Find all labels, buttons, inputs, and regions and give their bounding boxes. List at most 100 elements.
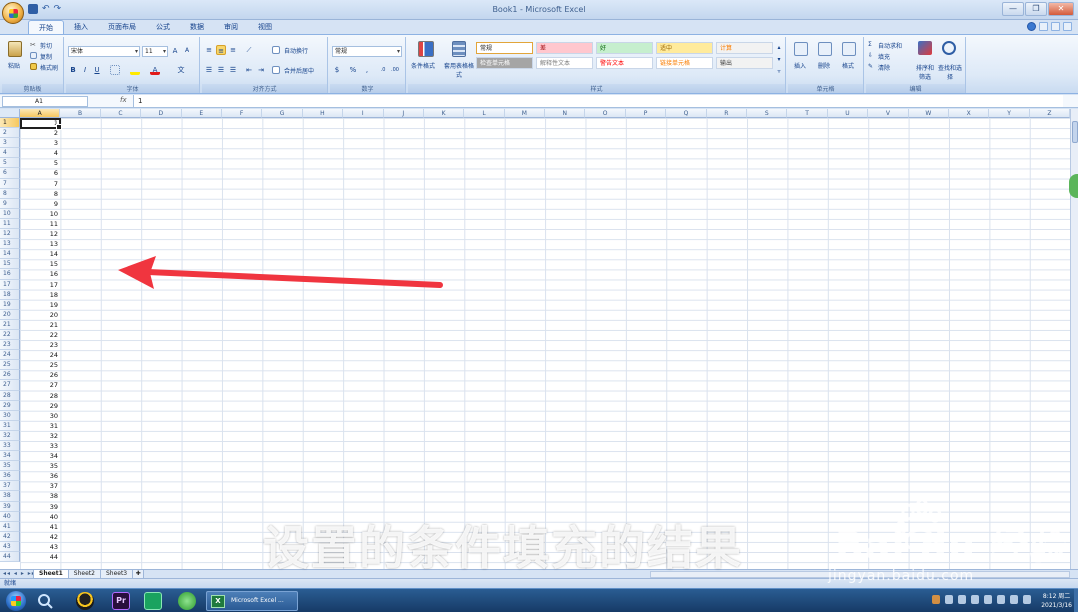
tab-home[interactable]: 开始 [28, 20, 64, 34]
tray-up-arrow-icon[interactable] [971, 595, 979, 604]
row-header[interactable]: 31 [0, 420, 20, 431]
row-header[interactable]: 3 [0, 138, 20, 149]
format-cells-button[interactable]: 格式 [842, 61, 854, 70]
tray-user-icon[interactable] [945, 595, 953, 604]
column-header[interactable]: M [504, 109, 546, 118]
column-header[interactable]: H [302, 109, 344, 118]
row-header[interactable]: 23 [0, 340, 20, 351]
cell-value[interactable]: 26 [20, 370, 60, 380]
taskbar-clock[interactable]: 8:12 周二 2021/3/16 [1041, 592, 1072, 610]
cell-value[interactable]: 9 [20, 199, 60, 209]
insert-function-icon[interactable]: fx [120, 96, 127, 104]
row-header[interactable]: 6 [0, 168, 20, 179]
cell-value[interactable]: 13 [20, 239, 60, 249]
cell-value[interactable]: 40 [20, 512, 60, 522]
taskbar-excel-button[interactable]: X Microsoft Excel ... [206, 591, 298, 611]
row-header[interactable]: 18 [0, 289, 20, 300]
font-name-select[interactable]: 宋体 [68, 46, 140, 57]
workbook-minimize-button[interactable] [1039, 22, 1048, 31]
side-floating-tab[interactable] [1069, 174, 1078, 198]
row-header[interactable]: 21 [0, 319, 20, 330]
row-header[interactable]: 42 [0, 531, 20, 542]
paste-label[interactable]: 粘贴 [8, 61, 20, 70]
tab-view[interactable]: 视图 [248, 20, 282, 34]
format-painter-button[interactable]: 格式刷 [40, 63, 58, 72]
row-header[interactable]: 37 [0, 481, 20, 492]
help-icon[interactable] [1027, 22, 1036, 31]
row-header[interactable]: 10 [0, 208, 20, 219]
workbook-close-button[interactable] [1063, 22, 1072, 31]
column-header[interactable]: Z [1029, 109, 1071, 118]
cell-value[interactable]: 18 [20, 290, 60, 300]
cell-value[interactable]: 5 [20, 158, 60, 168]
row-header[interactable]: 36 [0, 471, 20, 482]
cell-style-item[interactable]: 解释性文本 [536, 57, 593, 69]
fill-button[interactable]: 填充 [878, 52, 890, 61]
vertical-scroll-thumb[interactable] [1072, 121, 1078, 143]
sort-filter-button[interactable]: 排序和筛选 [914, 63, 936, 81]
conditional-formatting-button[interactable]: 条件格式 [411, 61, 435, 70]
row-header[interactable]: 13 [0, 239, 20, 250]
cell-value[interactable]: 31 [20, 421, 60, 431]
orientation-icon[interactable]: ⟋ [244, 45, 254, 55]
wrap-text-button[interactable]: 自动换行 [284, 46, 308, 55]
align-right-icon[interactable]: ☰ [228, 65, 238, 75]
cell-style-item[interactable]: 警告文本 [596, 57, 653, 69]
find-select-button[interactable]: 查找和选择 [938, 63, 962, 81]
row-header[interactable]: 38 [0, 491, 20, 502]
cell-style-item[interactable]: 适中 [656, 42, 713, 54]
column-header[interactable]: W [908, 109, 949, 118]
cell-style-item[interactable]: 好 [596, 42, 653, 54]
row-header[interactable]: 30 [0, 410, 20, 421]
paste-icon[interactable] [8, 41, 22, 57]
cell-value[interactable]: 41 [20, 522, 60, 532]
row-header[interactable]: 33 [0, 441, 20, 452]
column-header[interactable]: D [141, 109, 182, 118]
column-header[interactable]: S [747, 109, 788, 118]
grow-font-icon[interactable]: A [170, 46, 180, 56]
row-header[interactable]: 41 [0, 521, 20, 532]
maximize-button[interactable]: ❐ [1025, 2, 1047, 16]
row-header[interactable]: 2 [0, 128, 20, 139]
row-header[interactable]: 8 [0, 188, 20, 199]
cell-style-item[interactable]: 输出 [716, 57, 773, 69]
insert-cells-button[interactable]: 插入 [794, 61, 806, 70]
row-header[interactable]: 43 [0, 541, 20, 553]
cell-value[interactable]: 37 [20, 481, 60, 491]
column-header[interactable]: B [60, 109, 101, 118]
format-as-table-button[interactable]: 套用表格格式 [442, 61, 476, 79]
column-header[interactable]: T [787, 109, 828, 118]
column-header[interactable]: K [423, 109, 465, 118]
tray-language-icon[interactable] [1010, 595, 1018, 604]
tab-insert[interactable]: 插入 [64, 20, 98, 34]
cell-value[interactable]: 38 [20, 491, 60, 501]
row-header[interactable]: 35 [0, 461, 20, 472]
cell-value[interactable]: 36 [20, 471, 60, 481]
merge-center-button[interactable]: 合并后居中 [284, 66, 314, 75]
cell-value[interactable]: 20 [20, 310, 60, 320]
column-header[interactable]: G [262, 109, 303, 118]
column-header[interactable]: Y [989, 109, 1030, 118]
premiere-icon[interactable]: Pr [112, 592, 130, 610]
decrease-decimal-icon[interactable]: .00 [390, 65, 400, 75]
font-size-select[interactable]: 11 [142, 46, 168, 57]
iqiyi-icon[interactable] [144, 592, 162, 610]
align-middle-icon[interactable]: ≡ [216, 45, 226, 55]
row-header[interactable]: 19 [0, 299, 20, 310]
column-header[interactable]: P [625, 109, 667, 118]
row-header[interactable]: 24 [0, 350, 20, 361]
tray-network-icon[interactable] [984, 595, 992, 604]
row-header[interactable]: 12 [0, 229, 20, 240]
cell-value[interactable]: 43 [20, 542, 60, 552]
cell-style-item[interactable]: 链接单元格 [656, 57, 713, 69]
gallery-more-icon[interactable]: ▿ [774, 67, 784, 77]
cell-value[interactable]: 25 [20, 360, 60, 370]
row-header[interactable]: 32 [0, 430, 20, 441]
cell-value[interactable]: 21 [20, 320, 60, 330]
comma-style-icon[interactable]: , [362, 65, 372, 75]
row-header[interactable]: 15 [0, 259, 20, 270]
align-top-icon[interactable]: ≡ [204, 45, 214, 55]
cell-value[interactable]: 42 [20, 532, 60, 542]
column-header[interactable]: I [343, 109, 384, 118]
cell-value[interactable]: 7 [20, 179, 60, 189]
